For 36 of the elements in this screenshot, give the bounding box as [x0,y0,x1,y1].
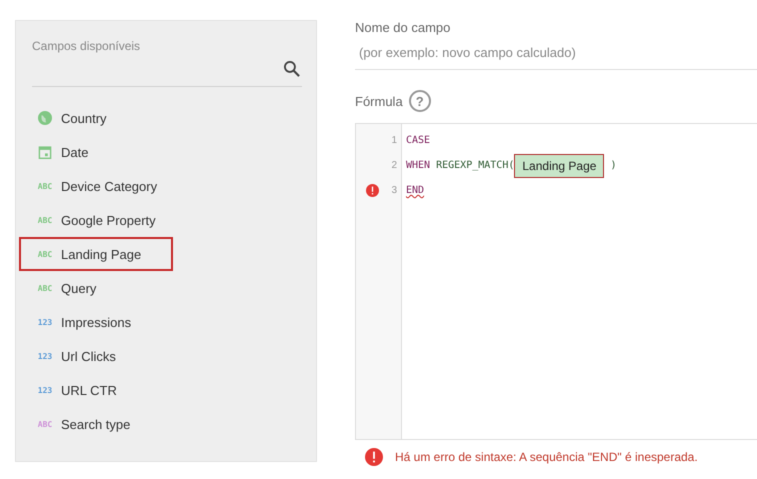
type-label: ABC [37,284,53,292]
field-item[interactable]: ABC Google Property [19,203,173,237]
code-keyword: END [406,185,424,196]
line-number: 2 [391,160,397,171]
field-item[interactable]: ABC Device Category [19,169,173,203]
field-item[interactable]: ABC Query [19,271,173,305]
field-item[interactable]: 123 URL CTR [19,373,173,407]
code-keyword: WHEN [406,160,430,171]
line-number: 3 [391,185,397,196]
type-label: 123 [37,386,53,394]
code-function: REGEXP_MATCH( [436,160,514,171]
type-label: ABC [37,250,53,258]
field-item[interactable]: Country [19,101,173,135]
panel-title: Campos disponíveis [32,39,140,53]
field-item[interactable]: ABC Search type [19,407,173,441]
type-label: ABC [37,420,53,428]
type-label: ABC [37,182,53,190]
field-item[interactable]: 123 Url Clicks [19,339,173,373]
field-item[interactable]: 123 Impressions [19,305,173,339]
field-label: Nome do campo [355,20,452,35]
error-message: Há um erro de sintaxe: A sequência "END" é inesperada. [395,450,698,464]
field-item[interactable]: Date [19,135,173,169]
field-chip[interactable]: Landing Page [514,154,604,178]
type-label: ABC [37,216,53,224]
field-item[interactable]: ABC Landing Page [19,237,173,271]
line-number: 1 [391,135,397,146]
search-field[interactable] [32,59,302,87]
formula-editor[interactable]: 1 2 3 CASE WHEN REGEXP_MATCH( Landing Page ) END [355,123,757,440]
search-icon[interactable] [282,59,302,79]
type-label: 123 [37,318,53,326]
formula-label: Fórmula [355,94,403,108]
code-keyword: CASE [406,135,430,146]
error-icon [365,448,383,466]
help-icon[interactable]: ? [408,90,431,112]
type-label: 123 [37,352,53,360]
code-function: ) [610,160,616,171]
